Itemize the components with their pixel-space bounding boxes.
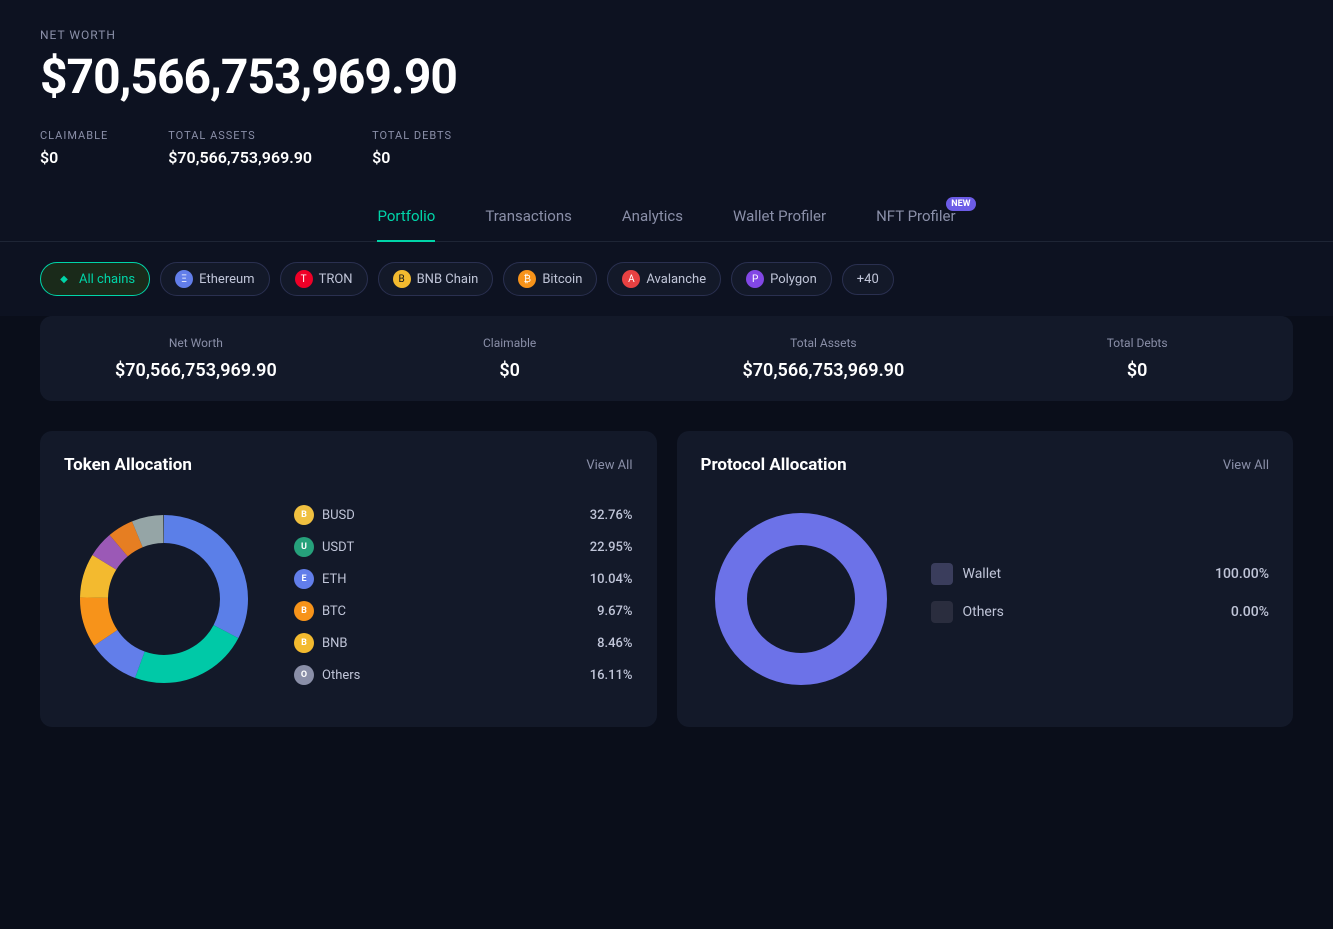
- token-pct: 16.11%: [590, 668, 633, 683]
- token-icon: E: [294, 569, 314, 589]
- nav-tabs: Portfolio Transactions Analytics Wallet Pro…: [0, 187, 1333, 242]
- protocol-name: Others: [963, 604, 1221, 620]
- token-legend-item: B BTC 9.67%: [294, 601, 633, 621]
- protocol-donut-chart: [701, 499, 901, 703]
- token-name: BUSD: [322, 508, 582, 523]
- token-icon: B: [294, 633, 314, 653]
- summary-card-0: Net Worth $70,566,753,969.90: [40, 316, 352, 401]
- token-legend-item: B BNB 8.46%: [294, 633, 633, 653]
- total-debts-label: TOTAL DEBTS: [372, 129, 452, 142]
- chain-btn-all-chains[interactable]: ◆ All chains: [40, 262, 150, 296]
- net-worth-value: $70,566,753,969.90: [40, 48, 1293, 105]
- token-legend-item: E ETH 10.04%: [294, 569, 633, 589]
- total-assets-stat: TOTAL ASSETS $70,566,753,969.90: [168, 129, 312, 167]
- chain-label-polygon: Polygon: [770, 272, 817, 287]
- chain-icon-bitcoin: ₿: [518, 270, 536, 288]
- token-legend: B BUSD 32.76% U USDT 22.95% E ETH 10.04%…: [294, 505, 633, 697]
- chain-btn-tron[interactable]: T TRON: [280, 262, 368, 296]
- total-assets-label: TOTAL ASSETS: [168, 129, 312, 142]
- bottom-section: Token Allocation View All: [0, 431, 1333, 767]
- summary-value-0: $70,566,753,969.90: [64, 360, 328, 381]
- chain-icon-avalanche: A: [622, 270, 640, 288]
- total-debts-value: $0: [372, 148, 452, 167]
- token-icon: O: [294, 665, 314, 685]
- protocol-icon: [931, 601, 953, 623]
- protocol-pct: 0.00%: [1231, 604, 1269, 620]
- summary-value-2: $70,566,753,969.90: [692, 360, 956, 381]
- chain-btn-polygon[interactable]: P Polygon: [731, 262, 832, 296]
- protocol-pct: 100.00%: [1215, 566, 1269, 582]
- protocol-allocation-panel: Protocol Allocation View All Wallet 100.…: [677, 431, 1294, 727]
- protocol-allocation-title: Protocol Allocation: [701, 455, 847, 475]
- token-name: Others: [322, 668, 582, 683]
- claimable-value: $0: [40, 148, 108, 167]
- summary-cards: Net Worth $70,566,753,969.90 Claimable $…: [40, 316, 1293, 401]
- chain-icon-tron: T: [295, 270, 313, 288]
- net-worth-label: NET WORTH: [40, 28, 1293, 42]
- summary-card-2: Total Assets $70,566,753,969.90: [668, 316, 980, 401]
- token-view-all-btn[interactable]: View All: [586, 458, 632, 473]
- chain-btn-bnb[interactable]: B BNB Chain: [378, 262, 494, 296]
- token-pct: 9.67%: [597, 604, 632, 619]
- token-pct: 8.46%: [597, 636, 632, 651]
- token-pct: 22.95%: [590, 540, 633, 555]
- protocol-icon: [931, 563, 953, 585]
- token-legend-item: B BUSD 32.76%: [294, 505, 633, 525]
- token-name: BNB: [322, 636, 589, 651]
- token-name: USDT: [322, 540, 582, 555]
- chain-label-ethereum: Ethereum: [199, 272, 254, 287]
- tab-wallet-profiler[interactable]: Wallet Profiler: [733, 207, 826, 241]
- token-legend-item: O Others 16.11%: [294, 665, 633, 685]
- summary-value-3: $0: [1005, 360, 1269, 381]
- total-debts-stat: TOTAL DEBTS $0: [372, 129, 452, 167]
- chain-icon-all-chains: ◆: [55, 270, 73, 288]
- chain-label-bitcoin: Bitcoin: [542, 272, 582, 287]
- top-section: NET WORTH $70,566,753,969.90 CLAIMABLE $…: [0, 0, 1333, 187]
- chain-label-all-chains: All chains: [79, 272, 135, 287]
- summary-card-3: Total Debts $0: [981, 316, 1293, 401]
- summary-label-1: Claimable: [378, 336, 642, 350]
- protocol-view-all-btn[interactable]: View All: [1223, 458, 1269, 473]
- chains-row: ◆ All chains Ξ Ethereum T TRON B BNB Chain ₿ Bitc…: [0, 242, 1333, 316]
- tab-transactions[interactable]: Transactions: [485, 207, 572, 241]
- protocol-legend-item: Others 0.00%: [931, 601, 1270, 623]
- claimable-label: CLAIMABLE: [40, 129, 108, 142]
- chain-btn-avalanche[interactable]: A Avalanche: [607, 262, 721, 296]
- summary-label-3: Total Debts: [1005, 336, 1269, 350]
- token-legend-item: U USDT 22.95%: [294, 537, 633, 557]
- claimable-stat: CLAIMABLE $0: [40, 129, 108, 167]
- chain-label-bnb: BNB Chain: [417, 272, 479, 287]
- token-icon: U: [294, 537, 314, 557]
- tab-portfolio[interactable]: Portfolio: [377, 207, 435, 241]
- token-pct: 32.76%: [590, 508, 633, 523]
- chain-label-tron: TRON: [319, 272, 353, 287]
- token-allocation-panel: Token Allocation View All: [40, 431, 657, 727]
- chain-icon-ethereum: Ξ: [175, 270, 193, 288]
- chain-btn-bitcoin[interactable]: ₿ Bitcoin: [503, 262, 597, 296]
- total-assets-value: $70,566,753,969.90: [168, 148, 312, 167]
- chain-btn-ethereum[interactable]: Ξ Ethereum: [160, 262, 269, 296]
- protocol-name: Wallet: [963, 566, 1206, 582]
- summary-value-1: $0: [378, 360, 642, 381]
- chain-label-avalanche: Avalanche: [646, 272, 706, 287]
- token-name: ETH: [322, 572, 582, 587]
- token-pct: 10.04%: [590, 572, 633, 587]
- chain-more-btn[interactable]: +40: [842, 264, 894, 295]
- token-donut-chart: [64, 499, 264, 703]
- chain-icon-polygon: P: [746, 270, 764, 288]
- tab-nft-profiler[interactable]: NFT ProfilerNEW: [876, 207, 955, 241]
- token-allocation-title: Token Allocation: [64, 455, 192, 475]
- token-icon: B: [294, 505, 314, 525]
- token-icon: B: [294, 601, 314, 621]
- protocol-legend: Wallet 100.00% Others 0.00%: [931, 563, 1270, 639]
- token-name: BTC: [322, 604, 589, 619]
- protocol-legend-item: Wallet 100.00%: [931, 563, 1270, 585]
- summary-label-0: Net Worth: [64, 336, 328, 350]
- summary-label-2: Total Assets: [692, 336, 956, 350]
- chain-icon-bnb: B: [393, 270, 411, 288]
- tab-analytics[interactable]: Analytics: [622, 207, 683, 241]
- summary-card-1: Claimable $0: [354, 316, 666, 401]
